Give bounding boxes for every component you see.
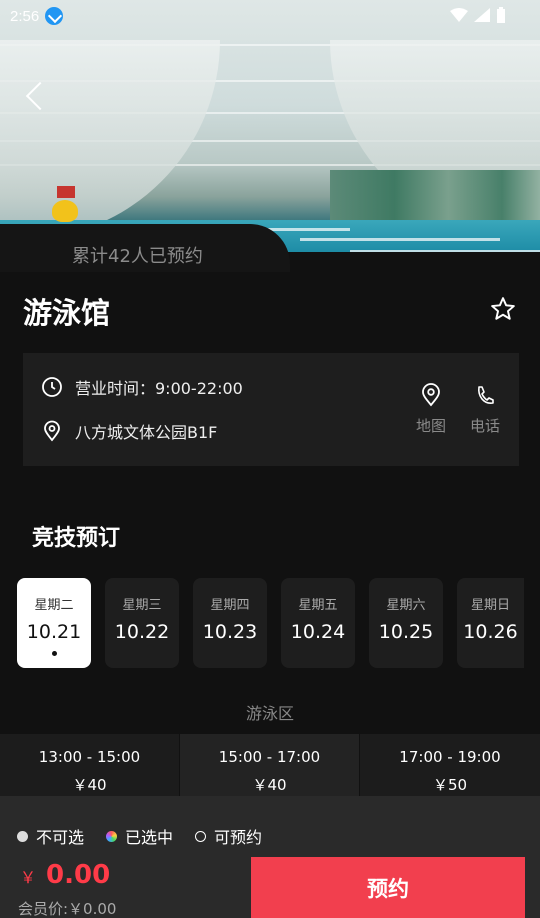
- page-title: 游泳馆: [23, 296, 111, 330]
- favorite-star-icon[interactable]: [490, 296, 516, 322]
- map-label: 地图: [416, 417, 447, 435]
- day-weekday: 星期六: [386, 598, 426, 613]
- venue-info-card: 营业时间：9:00-22:00 八方城文体公园B1F 地图 电话: [23, 353, 519, 466]
- day-date: 10.26: [463, 621, 518, 643]
- day-weekday: 星期五: [298, 598, 338, 613]
- status-bar: 2:56: [0, 0, 540, 32]
- day-option[interactable]: 星期四 10.23: [193, 578, 267, 668]
- total-price: ￥ 0.00: [20, 860, 110, 890]
- hours-text: 营业时间：9:00-22:00: [75, 379, 243, 398]
- phone-icon: [478, 386, 494, 404]
- section-title: 竞技预订: [32, 526, 121, 551]
- zone-label: 游泳区: [245, 704, 294, 723]
- day-weekday: 星期二: [34, 598, 74, 613]
- wifi-icon: [450, 8, 468, 22]
- slot-price: ￥50: [432, 776, 468, 794]
- day-option[interactable]: 星期六 10.25: [369, 578, 443, 668]
- unavailable-dot-icon: [17, 830, 28, 842]
- download-icon: [45, 7, 64, 25]
- phone-label: 电话: [470, 417, 501, 435]
- time-slot-list: 13:00 - 15:00 ￥40 15:00 - 17:00 ￥40 17:0…: [0, 734, 540, 802]
- day-option[interactable]: 星期五 10.24: [281, 578, 355, 668]
- day-weekday: 星期四: [210, 598, 250, 613]
- time-slot[interactable]: 15:00 - 17:00 ￥40: [180, 734, 360, 802]
- time-slot[interactable]: 17:00 - 19:00 ￥50: [360, 734, 540, 802]
- day-date: 10.22: [114, 621, 170, 643]
- map-pin-icon: [422, 383, 440, 407]
- legend-available: 可预约: [195, 824, 262, 848]
- selected-dot: [51, 651, 57, 656]
- day-weekday: 星期日: [470, 598, 510, 613]
- slot-price: ￥40: [72, 776, 107, 794]
- day-date: 10.25: [378, 621, 434, 643]
- price-amount: 0.00: [46, 860, 111, 890]
- day-weekday: 星期三: [122, 598, 162, 613]
- booked-count-text: 累计42人已预约: [72, 246, 203, 267]
- member-price: 会员价:￥0.00: [18, 900, 117, 918]
- slot-price: ￥40: [252, 776, 287, 794]
- legend-label: 不可选: [36, 828, 85, 847]
- available-dot-icon: [195, 830, 207, 842]
- slot-legend: 不可选 已选中 可预约: [17, 824, 284, 848]
- slot-time: 17:00 - 19:00: [399, 748, 501, 766]
- battery-icon: [497, 7, 505, 23]
- day-date: 10.21: [26, 621, 82, 643]
- address-row: 八方城文体公园B1F: [41, 419, 217, 443]
- legend-label: 可预约: [214, 828, 263, 847]
- currency-symbol: ￥: [20, 868, 37, 887]
- phone-button[interactable]: 电话: [470, 383, 500, 436]
- location-pin-icon: [44, 420, 60, 442]
- slot-time: 15:00 - 17:00: [218, 748, 321, 766]
- map-button[interactable]: 地图: [416, 383, 446, 436]
- status-time: 2:56: [10, 7, 40, 25]
- book-button[interactable]: 预约: [251, 857, 525, 918]
- time-slot[interactable]: 13:00 - 15:00 ￥40: [0, 734, 180, 802]
- day-option[interactable]: 星期日 10.26: [457, 578, 524, 668]
- hours-row: 营业时间：9:00-22:00: [41, 375, 243, 399]
- address-text: 八方城文体公园B1F: [75, 423, 218, 442]
- legend-unavailable: 不可选: [17, 824, 84, 848]
- day-option[interactable]: 星期二 10.21: [17, 578, 91, 668]
- selected-dot-icon: [106, 830, 118, 842]
- legend-selected: 已选中: [106, 824, 173, 848]
- clock-icon: [42, 377, 62, 397]
- day-option[interactable]: 星期三 10.22: [105, 578, 179, 668]
- date-selector: 星期二 10.21 星期三 10.22 星期四 10.23 星期五 10.24 …: [17, 578, 524, 668]
- day-date: 10.23: [202, 621, 258, 643]
- legend-label: 已选中: [125, 828, 174, 847]
- slot-time: 13:00 - 15:00: [38, 748, 141, 766]
- signal-icon: [474, 8, 490, 22]
- day-date: 10.24: [290, 621, 346, 643]
- hero-image: [0, 0, 540, 262]
